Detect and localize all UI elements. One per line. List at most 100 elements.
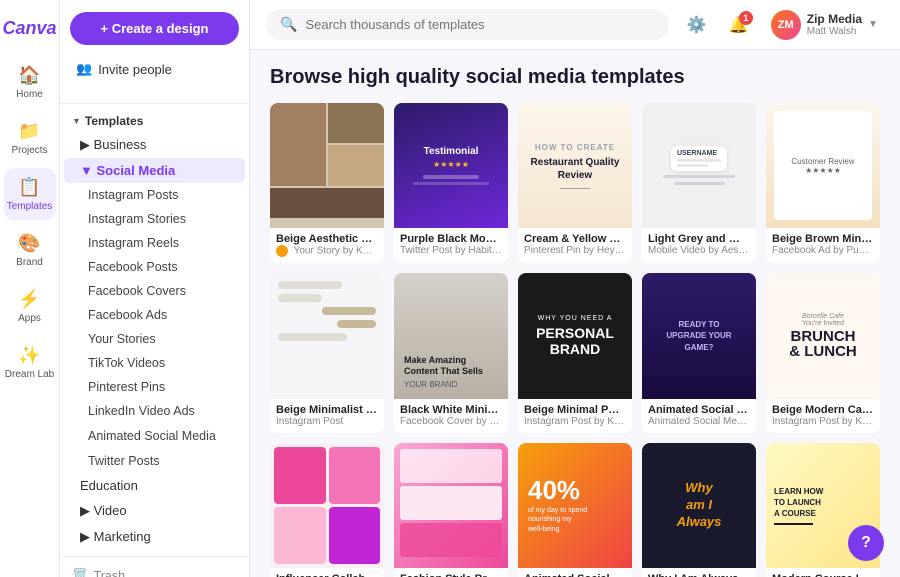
nav-strip: Canva 🏠 Home 📁 Projects 📋 Templates 🎨 Br… bbox=[0, 0, 60, 577]
card-title: Fashion Style Brand M... bbox=[400, 573, 502, 577]
template-card[interactable]: USERNAME Light Grey and White ... Mobile… bbox=[642, 103, 756, 263]
projects-icon: 📁 bbox=[18, 121, 40, 142]
settings-button[interactable]: ⚙️ bbox=[681, 9, 713, 41]
bottom-divider bbox=[60, 556, 249, 557]
education-section[interactable]: Education bbox=[64, 473, 245, 498]
card-title: Cream & Yellow Minim... bbox=[524, 233, 626, 245]
card-subtitle: Your Story by Katarzyna Ta... bbox=[276, 245, 378, 257]
nav-projects[interactable]: 📁 Projects bbox=[4, 112, 56, 164]
help-button[interactable]: ? bbox=[848, 525, 884, 561]
template-card[interactable]: Beige Aesthetic Social... Your Story by … bbox=[270, 103, 384, 263]
user-name: Zip Media bbox=[807, 12, 862, 26]
template-card[interactable]: Borcelle Cafe You're Invited BRUNCH& LUN… bbox=[766, 273, 880, 432]
template-card[interactable]: Whyam IAlways Why I Am Always Social Med… bbox=[642, 443, 756, 577]
topbar: 🔍 ⚙️ 🔔 1 ZM Zip Media Matt Walsh ▼ bbox=[250, 0, 900, 50]
card-subtitle: Facebook Cover by Kristin ... bbox=[400, 416, 502, 427]
home-icon: 🏠 bbox=[18, 65, 40, 86]
card-title: Influencer Collaborati... bbox=[276, 573, 378, 577]
card-subtitle: Animated Social Media by ... bbox=[648, 416, 750, 427]
business-label: ▶ Business bbox=[80, 137, 146, 153]
card-title: Light Grey and White ... bbox=[648, 233, 750, 245]
animated-social-item[interactable]: Animated Social Media bbox=[64, 423, 245, 449]
social-media-label: ▼ Social Media bbox=[80, 163, 175, 178]
twitter-posts-item[interactable]: Twitter Posts bbox=[64, 449, 245, 473]
social-media-section[interactable]: ▼ Social Media bbox=[64, 158, 245, 183]
invite-btn-label: Invite people bbox=[98, 62, 172, 77]
nav-templates-label: Templates bbox=[7, 201, 53, 212]
card-title: Black White Minimal B... bbox=[400, 404, 502, 416]
card-subtitle: Twitter Post by Habitats ... bbox=[400, 245, 502, 256]
pinterest-pins-item[interactable]: Pinterest Pins bbox=[64, 375, 245, 399]
create-design-button[interactable]: + Create a design bbox=[70, 12, 239, 45]
facebook-ads-item[interactable]: Facebook Ads bbox=[64, 303, 245, 327]
app-logo[interactable]: Canva bbox=[4, 8, 56, 48]
template-card[interactable]: WHY YOU NEED A PERSONALBRAND Beige Minim… bbox=[518, 273, 632, 432]
user-chevron-icon: ▼ bbox=[868, 19, 878, 30]
search-icon: 🔍 bbox=[280, 16, 297, 33]
avatar: ZM bbox=[771, 10, 801, 40]
card-subtitle: Pinterest Pin by HeyHi Cre... bbox=[524, 245, 626, 256]
card-title: Beige Modern Cafe Br... bbox=[772, 404, 874, 416]
template-card[interactable]: Customer Review ★★★★★ Beige Brown Minima… bbox=[766, 103, 880, 263]
create-btn-label: + Create a design bbox=[100, 21, 208, 36]
facebook-covers-item[interactable]: Facebook Covers bbox=[64, 279, 245, 303]
logo-text: Canva bbox=[2, 18, 56, 39]
nav-brand-label: Brand bbox=[16, 257, 43, 268]
card-title: Modern Course La... bbox=[772, 573, 874, 577]
card-subtitle: Instagram Post by Kinley C... bbox=[524, 416, 626, 427]
marketing-label: ▶ Marketing bbox=[80, 529, 151, 545]
instagram-posts-item[interactable]: Instagram Posts bbox=[64, 183, 245, 207]
main-content: 🔍 ⚙️ 🔔 1 ZM Zip Media Matt Walsh ▼ Brows… bbox=[250, 0, 900, 577]
card-title: Animated Social Medi... bbox=[648, 404, 750, 416]
video-label: ▶ Video bbox=[80, 503, 127, 519]
content-area: Browse high quality social media templat… bbox=[250, 50, 900, 577]
templates-section-header[interactable]: ▼ Templates bbox=[60, 110, 249, 132]
card-title: Beige Aesthetic Social... bbox=[276, 233, 378, 245]
template-card[interactable]: Influencer Collaborati... LinkedIn Video… bbox=[270, 443, 384, 577]
card-subtitle: Instagram Post bbox=[276, 416, 378, 427]
marketing-section[interactable]: ▶ Marketing bbox=[64, 524, 245, 550]
video-section[interactable]: ▶ Video bbox=[64, 498, 245, 524]
template-card[interactable]: 40% of my day to spendnourishing mywell-… bbox=[518, 443, 632, 577]
template-card[interactable]: Make AmazingContent That Sells YOUR BRAN… bbox=[394, 273, 508, 432]
user-menu[interactable]: ZM Zip Media Matt Walsh ▼ bbox=[765, 6, 884, 44]
linkedin-video-ads-item[interactable]: LinkedIn Video Ads bbox=[64, 399, 245, 423]
nav-dreamlab[interactable]: ✨ Dream Lab bbox=[4, 336, 56, 388]
dreamlab-icon: ✨ bbox=[18, 345, 40, 366]
template-card[interactable]: Beige Minimalist Chat... Instagram Post bbox=[270, 273, 384, 432]
card-title: Beige Brown Minimali... bbox=[772, 233, 874, 245]
card-title: Beige Minimalist Chat... bbox=[276, 404, 378, 416]
notification-badge: 1 bbox=[739, 11, 753, 25]
nav-apps[interactable]: ⚡ Apps bbox=[4, 280, 56, 332]
nav-templates[interactable]: 📋 Templates bbox=[4, 168, 56, 220]
template-card[interactable]: Testimonial ★★★★★ Purple Black Modern T.… bbox=[394, 103, 508, 263]
templates-icon: 📋 bbox=[18, 177, 40, 198]
nav-home[interactable]: 🏠 Home bbox=[4, 56, 56, 108]
tiktok-videos-item[interactable]: TikTok Videos bbox=[64, 351, 245, 375]
trash-icon: 🗑️ bbox=[72, 568, 88, 577]
trash-item[interactable]: 🗑️ Trash bbox=[60, 563, 249, 577]
template-card[interactable]: Fashion Style Brand M... Twitter Post by… bbox=[394, 443, 508, 577]
nav-brand[interactable]: 🎨 Brand bbox=[4, 224, 56, 276]
nav-home-label: Home bbox=[16, 89, 43, 100]
invite-icon: 👥 bbox=[76, 61, 92, 77]
search-input[interactable] bbox=[305, 17, 654, 32]
brand-icon: 🎨 bbox=[18, 233, 40, 254]
business-section[interactable]: ▶ Business bbox=[64, 132, 245, 158]
card-subtitle: Instagram Post by Kinley C... bbox=[772, 416, 874, 427]
trash-label: Trash bbox=[94, 569, 126, 577]
templates-chevron: ▼ bbox=[72, 116, 81, 126]
search-bar[interactable]: 🔍 bbox=[266, 9, 669, 40]
nav-apps-label: Apps bbox=[18, 313, 41, 324]
nav-dreamlab-label: Dream Lab bbox=[5, 369, 54, 380]
notifications-button[interactable]: 🔔 1 bbox=[723, 9, 755, 41]
your-stories-item[interactable]: Your Stories bbox=[64, 327, 245, 351]
facebook-posts-item[interactable]: Facebook Posts bbox=[64, 255, 245, 279]
instagram-reels-item[interactable]: Instagram Reels bbox=[64, 231, 245, 255]
invite-people-button[interactable]: 👥 Invite people bbox=[70, 55, 239, 83]
nav-projects-label: Projects bbox=[11, 145, 47, 156]
template-card[interactable]: READY TOUPGRADE YOURGAME? Animated Socia… bbox=[642, 273, 756, 432]
instagram-stories-item[interactable]: Instagram Stories bbox=[64, 207, 245, 231]
templates-section-label: Templates bbox=[85, 114, 143, 128]
template-card[interactable]: How to Create Restaurant QualityReview C… bbox=[518, 103, 632, 263]
